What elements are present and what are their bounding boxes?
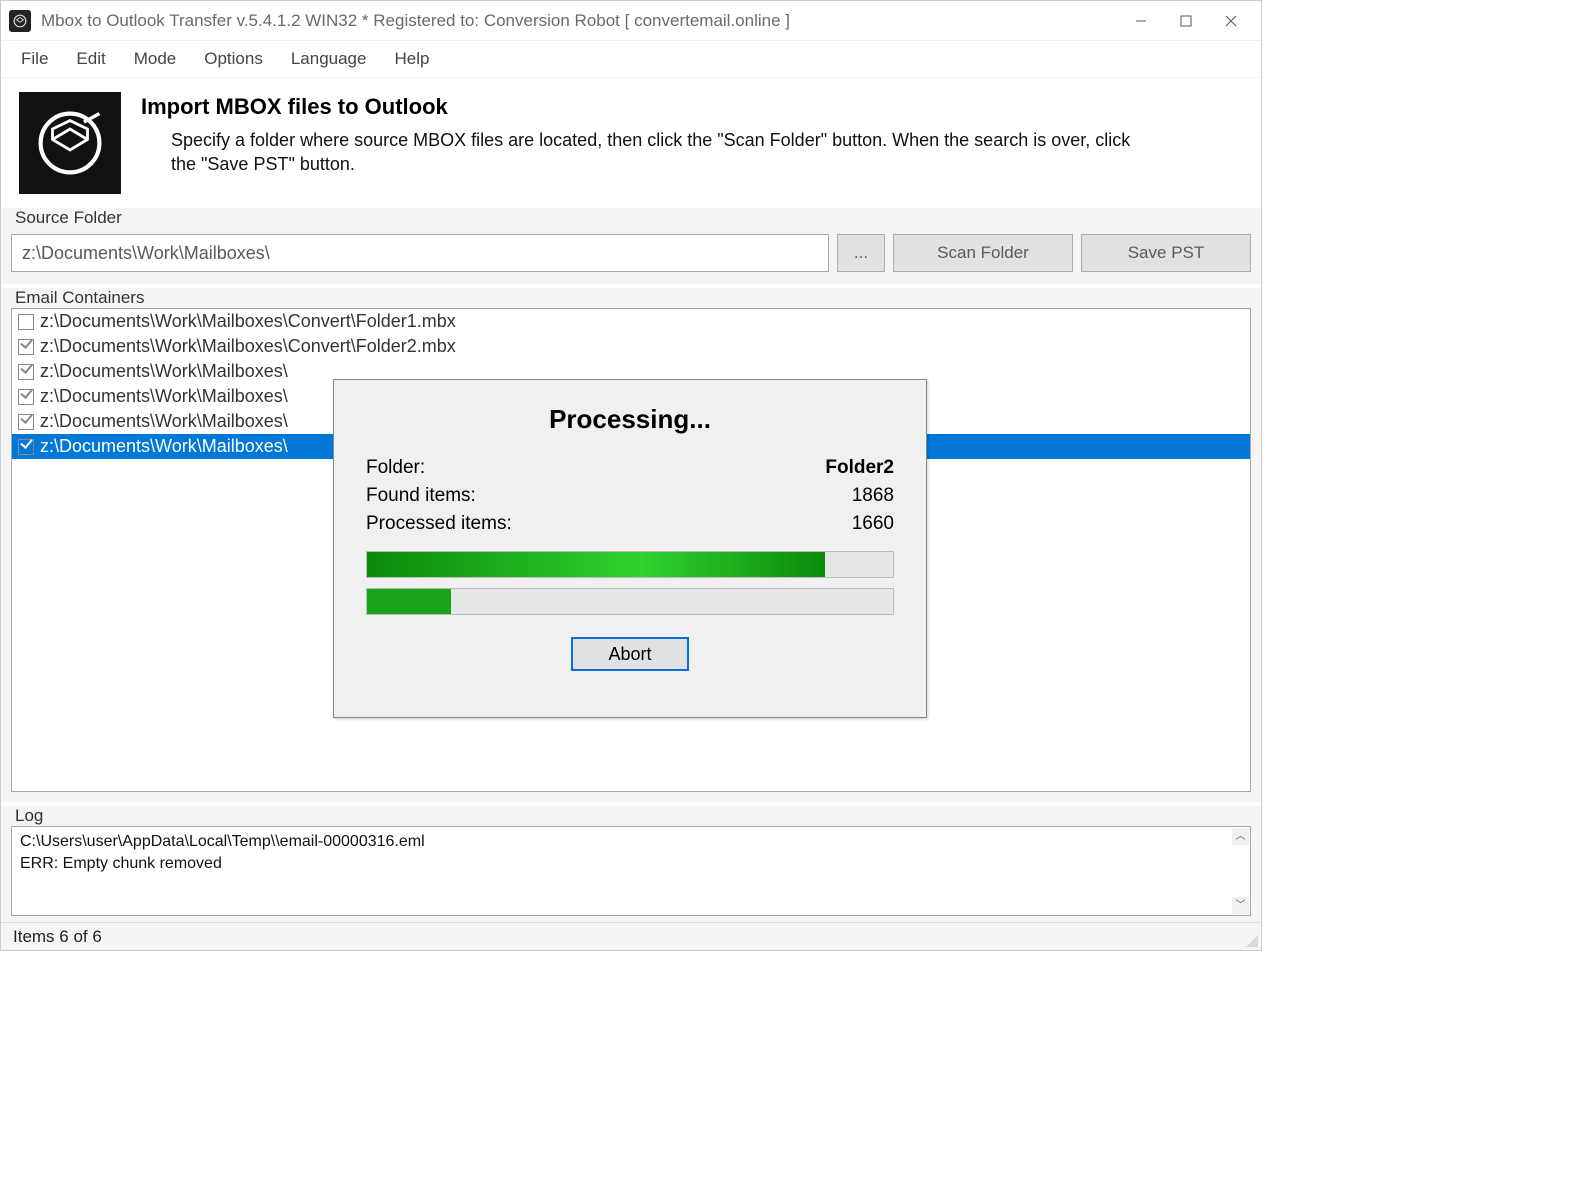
checkbox[interactable] [18, 439, 34, 455]
log-section: C:\Users\user\AppData\Local\Temp\\email-… [1, 826, 1261, 922]
header-text: Import MBOX files to Outlook Specify a f… [141, 92, 1247, 194]
scan-folder-button[interactable]: Scan Folder [893, 234, 1073, 272]
list-item-path: z:\Documents\Work\Mailboxes\Convert\Fold… [40, 311, 456, 332]
menu-options[interactable]: Options [190, 45, 277, 73]
resize-grip-icon[interactable] [1244, 933, 1258, 947]
close-button[interactable] [1208, 6, 1253, 36]
list-item-path: z:\Documents\Work\Mailboxes\Convert\Fold… [40, 336, 456, 357]
app-titlebar-icon [9, 10, 31, 32]
menu-file[interactable]: File [7, 45, 62, 73]
browse-button[interactable]: ... [837, 234, 885, 272]
log-line: C:\Users\user\AppData\Local\Temp\\email-… [20, 831, 1230, 853]
checkbox[interactable] [18, 364, 34, 380]
menu-mode[interactable]: Mode [120, 45, 191, 73]
dialog-title: Processing... [366, 404, 894, 435]
checkbox[interactable] [18, 339, 34, 355]
progress-bar-primary [366, 551, 894, 578]
menu-help[interactable]: Help [380, 45, 443, 73]
checkbox[interactable] [18, 389, 34, 405]
menubar: File Edit Mode Options Language Help [1, 41, 1261, 78]
dialog-folder-label: Folder: [366, 457, 425, 479]
scroll-up-icon[interactable]: ︿ [1232, 828, 1249, 845]
window-controls [1118, 6, 1253, 36]
dialog-found-label: Found items: [366, 485, 476, 507]
progress-fill [367, 589, 451, 614]
checkbox[interactable] [18, 314, 34, 330]
app-logo-icon [19, 92, 121, 194]
checkbox[interactable] [18, 414, 34, 430]
source-folder-section: ... Scan Folder Save PST [1, 228, 1261, 284]
dialog-folder-value: Folder2 [825, 457, 894, 479]
email-containers-label: Email Containers [1, 288, 1261, 308]
scroll-down-icon[interactable]: ﹀ [1232, 897, 1249, 914]
header-panel: Import MBOX files to Outlook Specify a f… [1, 78, 1261, 204]
maximize-button[interactable] [1163, 6, 1208, 36]
status-text: Items 6 of 6 [13, 927, 102, 947]
list-item[interactable]: z:\Documents\Work\Mailboxes\Convert\Fold… [12, 309, 1250, 334]
titlebar: Mbox to Outlook Transfer v.5.4.1.2 WIN32… [1, 1, 1261, 41]
menu-edit[interactable]: Edit [62, 45, 119, 73]
statusbar: Items 6 of 6 [1, 922, 1261, 950]
menu-language[interactable]: Language [277, 45, 381, 73]
list-item-path: z:\Documents\Work\Mailboxes\ [40, 361, 288, 382]
log-line: ERR: Empty chunk removed [20, 853, 1230, 875]
processing-dialog: Processing... Folder: Folder2 Found item… [333, 379, 927, 718]
list-item-path: z:\Documents\Work\Mailboxes\ [40, 436, 288, 457]
list-item-path: z:\Documents\Work\Mailboxes\ [40, 411, 288, 432]
log-textarea[interactable]: C:\Users\user\AppData\Local\Temp\\email-… [11, 826, 1251, 916]
header-description: Specify a folder where source MBOX files… [141, 128, 1151, 177]
progress-fill [367, 552, 825, 577]
source-folder-label: Source Folder [1, 208, 1261, 228]
window-title: Mbox to Outlook Transfer v.5.4.1.2 WIN32… [41, 11, 1118, 31]
progress-bar-secondary [366, 588, 894, 615]
list-item[interactable]: z:\Documents\Work\Mailboxes\Convert\Fold… [12, 334, 1250, 359]
source-path-input[interactable] [11, 234, 829, 272]
header-title: Import MBOX files to Outlook [141, 94, 1247, 120]
list-item-path: z:\Documents\Work\Mailboxes\ [40, 386, 288, 407]
abort-button[interactable]: Abort [571, 637, 689, 671]
dialog-processed-value: 1660 [852, 513, 894, 535]
minimize-button[interactable] [1118, 6, 1163, 36]
dialog-found-value: 1868 [852, 485, 894, 507]
dialog-processed-label: Processed items: [366, 513, 512, 535]
log-label: Log [1, 806, 1261, 826]
save-pst-button[interactable]: Save PST [1081, 234, 1251, 272]
